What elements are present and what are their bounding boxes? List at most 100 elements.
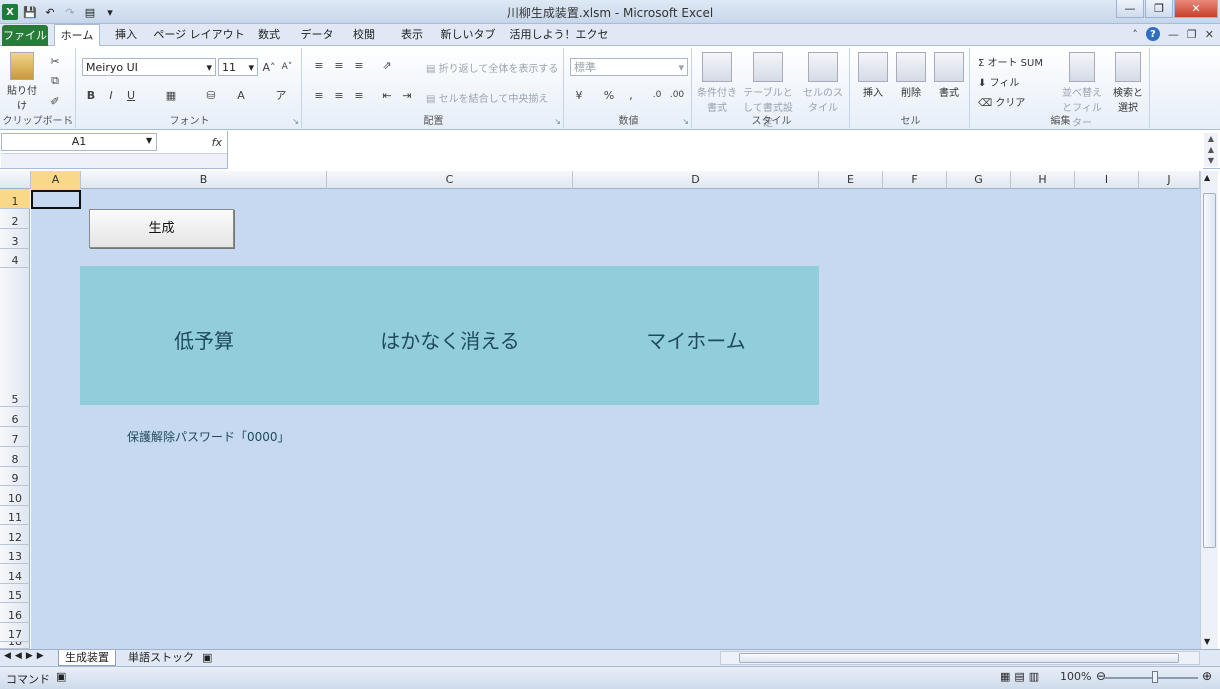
row-header[interactable]: 16 (0, 603, 30, 623)
increase-decimal-icon[interactable]: .0 (650, 88, 664, 102)
sheet-tab-generator[interactable]: 生成装置 (58, 650, 116, 666)
row-header[interactable]: 4 (0, 249, 30, 268)
tab-home[interactable]: ホーム (54, 24, 100, 47)
vertical-scroll-thumb[interactable] (1203, 193, 1216, 548)
doc-restore-icon[interactable]: ❐ (1187, 28, 1197, 41)
autosum-button[interactable]: Σ オート SUM (978, 54, 1043, 69)
decrease-decimal-icon[interactable]: .00 (670, 88, 684, 102)
zoom-in-icon[interactable]: ⊕ (1202, 669, 1212, 683)
conditional-format-button[interactable]: 条件付き書式 (696, 52, 738, 114)
italic-button[interactable]: I (104, 88, 118, 102)
align-middle-icon[interactable]: ≡ (332, 58, 346, 72)
column-header[interactable]: E (819, 171, 883, 189)
worksheet-grid[interactable] (31, 189, 1200, 649)
row-header[interactable]: 8 (0, 447, 30, 467)
row-header[interactable]: 6 (0, 407, 30, 427)
border-icon[interactable]: ▦ (164, 88, 178, 102)
tab-new[interactable]: 新しいタブ (438, 24, 498, 46)
find-select-button[interactable]: 検索と選択 (1110, 52, 1146, 114)
help-icon[interactable]: ? (1145, 27, 1160, 41)
zoom-slider-thumb[interactable] (1152, 671, 1158, 683)
zoom-slider[interactable] (1104, 677, 1198, 679)
horizontal-scrollbar[interactable] (720, 651, 1200, 665)
maximize-button[interactable]: ❐ (1145, 0, 1173, 18)
sheet-tab-word-stock[interactable]: 単語ストック (122, 650, 200, 666)
zoom-level[interactable]: 100% (1060, 670, 1091, 683)
row-header[interactable]: 7 (0, 427, 30, 447)
column-header[interactable]: I (1075, 171, 1139, 189)
grow-font-icon[interactable]: A˄ (262, 60, 276, 74)
column-header[interactable]: A (31, 171, 81, 189)
align-center-icon[interactable]: ≡ (332, 88, 346, 102)
wrap-text-button[interactable]: ▤ 折り返して全体を表示する (426, 60, 558, 75)
paste-button[interactable]: 貼り付け (4, 52, 40, 112)
tab-view[interactable]: 表示 (392, 24, 432, 46)
tab-data[interactable]: データ (296, 24, 338, 46)
align-right-icon[interactable]: ≡ (352, 88, 366, 102)
row-header[interactable]: 3 (0, 229, 30, 249)
row-header[interactable]: 9 (0, 467, 30, 486)
insert-cells-button[interactable]: 挿入 (856, 52, 890, 99)
fill-button[interactable]: ⬇ フィル (978, 74, 1019, 89)
row-header[interactable]: 12 (0, 525, 30, 545)
fill-color-icon[interactable]: ⛁ (204, 88, 218, 102)
copy-icon[interactable]: ⧉ (48, 74, 62, 88)
generate-button[interactable]: 生成 (89, 209, 234, 248)
row-header[interactable]: 10 (0, 486, 30, 506)
minimize-button[interactable]: — (1116, 0, 1144, 18)
view-mode-icons[interactable]: ▦▤▥ (1000, 670, 1043, 683)
tab-custom[interactable]: 活用しよう！エクセル (506, 24, 612, 63)
row-header[interactable]: 15 (0, 584, 30, 603)
active-cell-selection[interactable] (31, 190, 81, 209)
align-left-icon[interactable]: ≡ (312, 88, 326, 102)
tab-insert[interactable]: 挿入 (106, 24, 146, 46)
zoom-out-icon[interactable]: ⊖ (1096, 669, 1106, 683)
font-color-icon[interactable]: A (234, 88, 248, 102)
clear-button[interactable]: ⌫ クリア (978, 94, 1025, 109)
chevron-down-icon[interactable]: ▼ (146, 136, 152, 145)
cut-icon[interactable]: ✂ (48, 54, 62, 68)
increase-indent-icon[interactable]: ⇥ (400, 88, 414, 102)
currency-icon[interactable]: ¥ (572, 88, 586, 102)
format-cells-button[interactable]: 書式 (932, 52, 966, 99)
align-top-icon[interactable]: ≡ (312, 58, 326, 72)
decrease-indent-icon[interactable]: ⇤ (380, 88, 394, 102)
delete-cells-button[interactable]: 削除 (894, 52, 928, 99)
insert-function-icon[interactable]: fx (212, 136, 222, 149)
select-all-corner[interactable] (0, 171, 31, 189)
align-bottom-icon[interactable]: ≡ (352, 58, 366, 72)
cell-styles-button[interactable]: セルのスタイル (800, 52, 846, 114)
tab-review[interactable]: 校閲 (344, 24, 384, 46)
new-sheet-icon[interactable]: ▣ (196, 650, 218, 666)
tab-file[interactable]: ファイル (2, 25, 48, 46)
number-format-combo[interactable]: 標準 ▾ (570, 58, 688, 76)
row-header[interactable]: 17 (0, 623, 30, 642)
sheet-nav-icon[interactable]: ◀◀▶▶ (4, 651, 48, 661)
scroll-down-icon[interactable]: ▼ (1204, 637, 1210, 646)
doc-minimize-icon[interactable]: — (1168, 28, 1179, 41)
collapse-ribbon-icon[interactable]: ˄ (1132, 28, 1138, 41)
row-header[interactable]: 1 (0, 189, 30, 209)
shrink-font-icon[interactable]: A˅ (280, 60, 294, 74)
comma-icon[interactable]: , (624, 88, 638, 102)
column-header[interactable]: D (573, 171, 819, 189)
merge-center-button[interactable]: ▤ セルを結合して中央揃え (426, 90, 548, 105)
bold-button[interactable]: B (84, 88, 98, 102)
percent-icon[interactable]: % (602, 88, 616, 102)
row-header[interactable]: 11 (0, 506, 30, 525)
column-header[interactable]: H (1011, 171, 1075, 189)
tab-page-layout[interactable]: ページ レイアウト (152, 24, 246, 46)
dialog-launcher-icon[interactable]: ↘ (66, 117, 73, 126)
row-header[interactable]: 14 (0, 564, 30, 584)
dialog-launcher-icon[interactable]: ↘ (554, 117, 561, 126)
name-box[interactable]: A1 (1, 133, 157, 151)
underline-button[interactable]: U (124, 88, 138, 102)
dialog-launcher-icon[interactable]: ↘ (682, 117, 689, 126)
row-header[interactable]: 18 (0, 642, 30, 649)
font-size-combo[interactable]: 11 ▾ (218, 58, 258, 76)
font-name-combo[interactable]: Meiryo UI ▾ (82, 58, 216, 76)
horizontal-scroll-thumb[interactable] (739, 653, 1179, 663)
phonetic-icon[interactable]: ア (274, 88, 288, 102)
formula-bar-scroll[interactable]: ▲ ▲ ▼ (1204, 133, 1218, 167)
vertical-scrollbar[interactable]: ▲ ▼ (1200, 171, 1218, 649)
